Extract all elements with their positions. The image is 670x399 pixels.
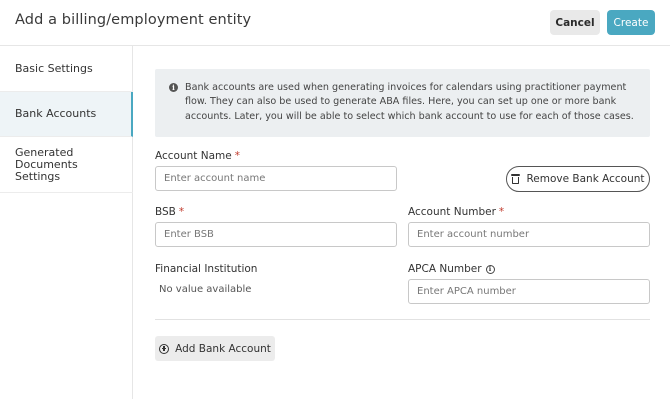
sidebar-item-label: Generated Documents Settings — [15, 145, 78, 183]
page-header: Add a billing/employment entity Cancel C… — [0, 0, 670, 46]
account-number-input[interactable] — [408, 222, 650, 247]
required-mark: * — [234, 150, 240, 162]
account-name-input[interactable] — [155, 166, 397, 191]
account-name-label: Account Name * — [155, 150, 240, 162]
sidebar-item-label: Bank Accounts — [15, 107, 97, 120]
required-mark: * — [498, 206, 505, 218]
apca-number-input[interactable] — [408, 279, 650, 304]
sidebar-item-bank-accounts[interactable]: Bank Accounts — [0, 92, 133, 137]
divider — [155, 319, 650, 320]
create-button[interactable]: Create — [607, 10, 655, 35]
info-icon: i — [169, 83, 178, 92]
sidebar-item-basic-settings[interactable]: Basic Settings — [0, 46, 133, 92]
sidebar: Basic Settings Bank Accounts Generated D… — [0, 46, 133, 399]
remove-bank-account-button[interactable]: Remove Bank Account — [506, 166, 650, 192]
sidebar-item-generated-documents-settings[interactable]: Generated Documents Settings — [0, 137, 133, 193]
page-title: Add a billing/employment entity — [15, 12, 252, 28]
info-text: Bank accounts are used when generating i… — [185, 82, 634, 122]
remove-bank-account-label: Remove Bank Account — [526, 173, 645, 185]
sidebar-item-label: Basic Settings — [15, 61, 93, 75]
add-bank-account-button[interactable]: Add Bank Account — [155, 336, 275, 361]
add-bank-account-label: Add Bank Account — [175, 342, 271, 355]
plus-circle-icon — [159, 343, 170, 354]
required-mark: * — [178, 206, 185, 218]
trash-icon — [511, 174, 521, 184]
info-icon[interactable]: i — [485, 264, 495, 274]
financial-institution-value: No value available — [159, 284, 252, 295]
apca-number-label: APCA Number i — [408, 263, 495, 275]
info-banner: i Bank accounts are used when generating… — [155, 69, 650, 137]
bsb-label: BSB * — [155, 206, 185, 218]
financial-institution-label: Financial Institution — [155, 263, 258, 275]
cancel-button[interactable]: Cancel — [550, 10, 600, 35]
account-number-label: Account Number * — [408, 206, 505, 218]
bsb-input[interactable] — [155, 222, 397, 247]
